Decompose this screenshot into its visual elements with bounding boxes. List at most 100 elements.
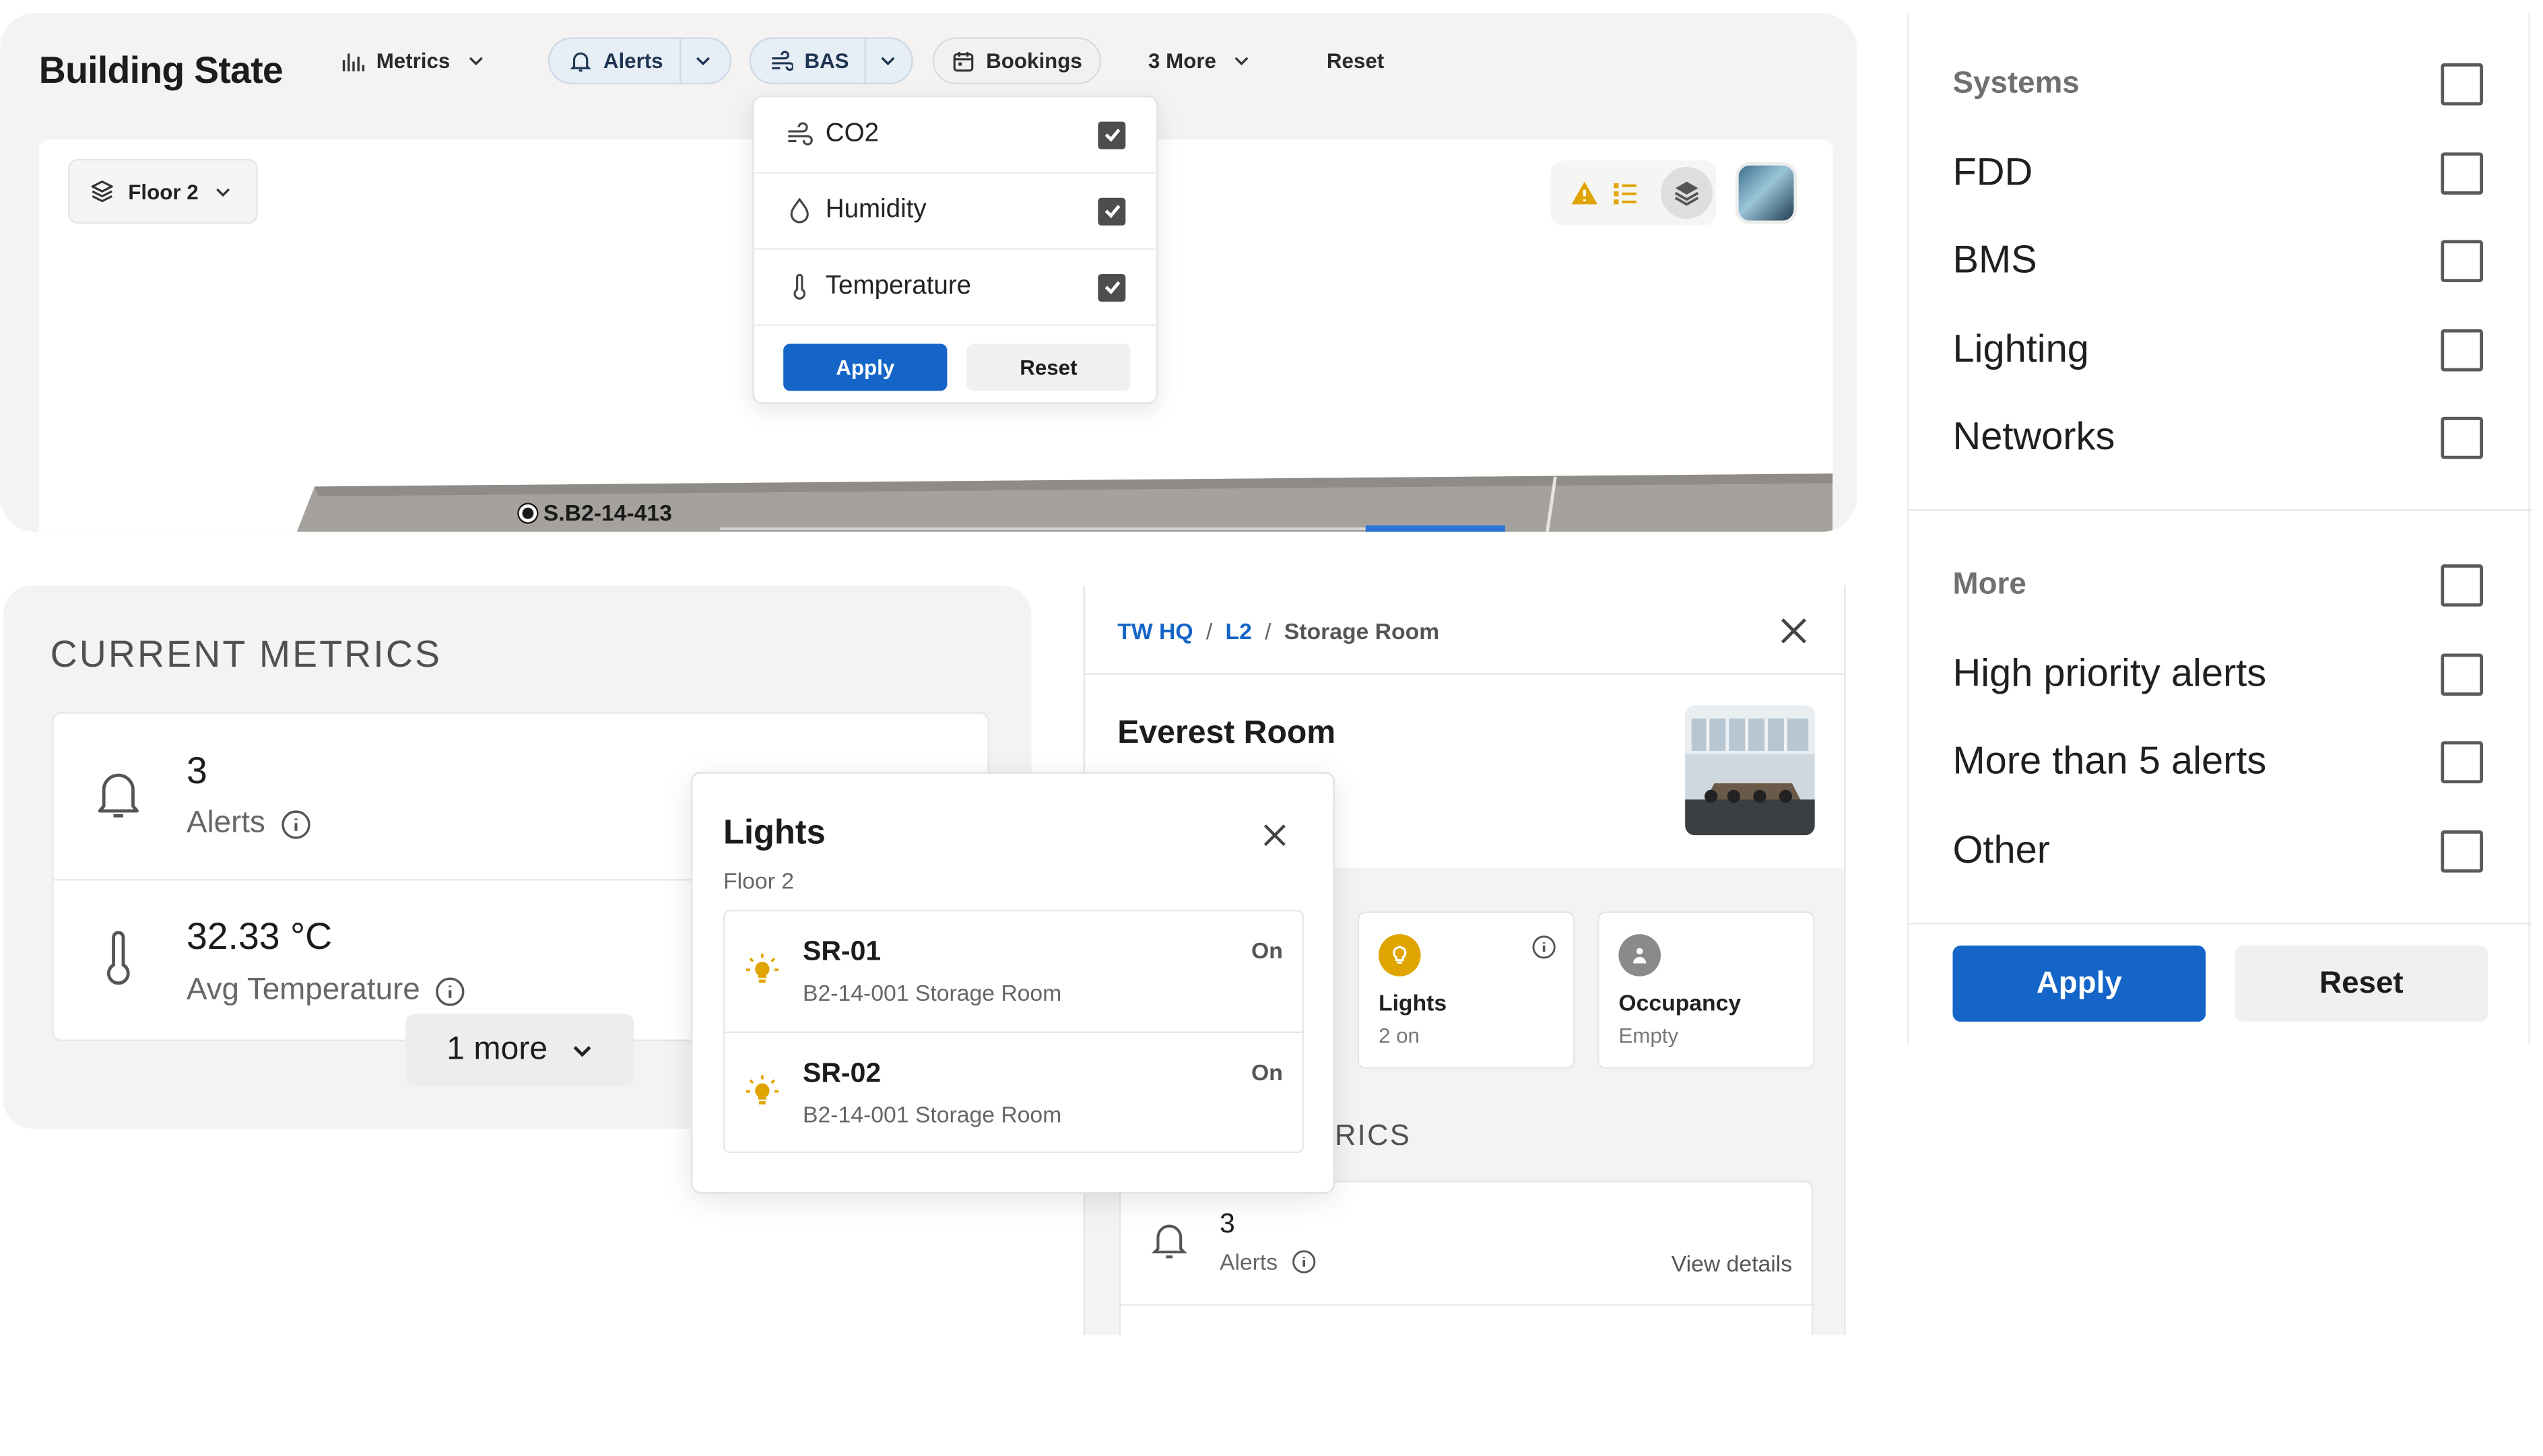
layers-toggle[interactable]	[1660, 167, 1713, 220]
alerts-label-text: Alerts	[186, 805, 265, 840]
filter-option-label: Lighting	[1952, 327, 2089, 372]
checkbox[interactable]	[2441, 564, 2483, 607]
reset-filters-button[interactable]: Reset	[1327, 37, 1384, 84]
filter-option-label: Other	[1952, 828, 2051, 873]
room-marker-dot	[519, 503, 537, 522]
lights-popup: Lights Floor 2 SR-01 B2-14-001 Storage R…	[690, 772, 1335, 1194]
info-icon[interactable]	[1290, 1249, 1317, 1275]
filter-apply-button[interactable]: Apply	[1952, 945, 2206, 1022]
more-filters-label: 3 More	[1148, 48, 1216, 73]
close-icon[interactable]	[1260, 821, 1289, 850]
info-icon[interactable]	[280, 808, 311, 839]
filter-option-lighting[interactable]: Lighting	[1952, 318, 2488, 383]
bas-dropdown-menu: CO2 Humidity Temperature Apply Reset	[752, 96, 1160, 404]
light-status: On	[1251, 937, 1283, 964]
filter-option-more-than-5[interactable]: More than 5 alerts	[1952, 730, 2488, 795]
light-status: On	[1251, 1059, 1283, 1086]
chevron-down-icon[interactable]	[694, 52, 711, 69]
checkbox-checked[interactable]	[1098, 273, 1126, 301]
checkbox-checked[interactable]	[1098, 121, 1126, 149]
show-more-metrics-button[interactable]: 1 more	[405, 1014, 634, 1087]
divider	[1085, 673, 1845, 675]
list-item[interactable]: SR-01 B2-14-001 Storage Room On	[725, 911, 1302, 1034]
breadcrumb-site[interactable]: TW HQ	[1117, 618, 1193, 644]
filter-heading-systems[interactable]: Systems	[1952, 52, 2488, 117]
filter-heading-more[interactable]: More	[1952, 553, 2488, 618]
bookings-filter-pill[interactable]: Bookings	[932, 37, 1102, 85]
light-name: SR-02	[803, 1057, 882, 1088]
info-icon[interactable]	[1531, 934, 1557, 960]
thermometer-icon	[106, 931, 130, 985]
checkbox-checked[interactable]	[1098, 197, 1126, 225]
room-alerts-label: Alerts	[1220, 1249, 1317, 1275]
bas-filter-pill[interactable]: BAS	[749, 37, 913, 85]
checkbox[interactable]	[2441, 240, 2483, 283]
list-item[interactable]: SR-02 B2-14-001 Storage Room On	[725, 1033, 1302, 1155]
more-filters-dropdown[interactable]: 3 More	[1148, 37, 1250, 84]
alerts-count: 3	[186, 749, 207, 792]
checkbox[interactable]	[2441, 830, 2483, 873]
breadcrumb-room: Storage Room	[1284, 618, 1440, 644]
light-name: SR-01	[803, 935, 882, 967]
tile-name: Lights	[1378, 989, 1447, 1016]
tile-status: 2 on	[1378, 1023, 1420, 1048]
warning-icon[interactable]	[1570, 180, 1599, 206]
filter-option-networks[interactable]: Networks	[1952, 405, 2488, 470]
occupancy-status-tile[interactable]: Occupancy Empty	[1597, 911, 1815, 1069]
alerts-label: Alerts	[603, 48, 663, 73]
bas-option-temperature[interactable]: Temperature	[754, 250, 1160, 327]
wind-icon	[770, 49, 793, 72]
satellite-view-thumbnail[interactable]	[1735, 162, 1797, 224]
avg-temperature-label: Avg Temperature	[187, 973, 465, 1009]
checkbox[interactable]	[2441, 63, 2483, 106]
filter-heading-label: Systems	[1952, 66, 2080, 101]
breadcrumb: TW HQ / L2 / Storage Room	[1117, 618, 1440, 644]
calendar-icon	[952, 49, 975, 72]
bookings-label: Bookings	[986, 48, 1082, 73]
bas-option-co2[interactable]: CO2	[754, 97, 1160, 174]
layers-icon	[91, 180, 113, 203]
chevron-down-icon	[1234, 57, 1249, 66]
metrics-label: Metrics	[376, 48, 451, 73]
metrics-dropdown[interactable]: Metrics	[342, 37, 484, 84]
bas-option-label: Temperature	[825, 272, 972, 300]
filter-option-label: Networks	[1952, 415, 2115, 459]
section-title: CURRENT METRICS	[50, 632, 442, 675]
filter-option-fdd[interactable]: FDD	[1952, 141, 2488, 206]
bas-label: BAS	[804, 48, 849, 73]
floor-selector[interactable]: Floor 2	[68, 159, 258, 224]
info-icon[interactable]	[434, 976, 465, 1007]
checkbox[interactable]	[2441, 416, 2483, 459]
close-icon[interactable]	[1777, 615, 1810, 647]
alerts-filter-pill[interactable]: Alerts	[548, 37, 732, 85]
chevron-down-icon	[572, 1045, 591, 1057]
bas-apply-button[interactable]: Apply	[783, 343, 948, 391]
bas-option-humidity[interactable]: Humidity	[754, 174, 1160, 250]
filter-option-other[interactable]: Other	[1952, 819, 2488, 884]
chevron-down-icon[interactable]	[880, 52, 897, 69]
filter-option-high-priority[interactable]: High priority alerts	[1952, 642, 2488, 707]
temperature-label-text: Avg Temperature	[186, 972, 420, 1007]
list-icon[interactable]	[1612, 180, 1639, 206]
composite-screenshot: Building State Metrics Alerts BAS Bookin…	[0, 0, 2543, 1456]
lights-status-tile[interactable]: Lights 2 on	[1357, 911, 1575, 1069]
room-marker[interactable]: S.B2-14-413	[519, 499, 672, 526]
checkbox[interactable]	[2441, 152, 2483, 195]
breadcrumb-floor[interactable]: L2	[1226, 618, 1252, 644]
checkbox[interactable]	[2441, 329, 2483, 372]
filter-option-bms[interactable]: BMS	[1952, 229, 2488, 294]
lightbulb-icon	[746, 1075, 779, 1104]
popup-title: Lights	[723, 814, 826, 852]
droplet-icon	[790, 197, 809, 224]
checkbox[interactable]	[2441, 741, 2483, 784]
filter-option-label: BMS	[1952, 238, 2037, 283]
bas-reset-button[interactable]: Reset	[966, 343, 1131, 391]
room-marker-label: S.B2-14-413	[543, 499, 672, 526]
checkbox[interactable]	[2441, 653, 2483, 696]
chevron-down-icon	[216, 187, 230, 196]
bell-icon	[569, 49, 592, 72]
filter-reset-button[interactable]: Reset	[2235, 945, 2488, 1022]
filter-heading-label: More	[1952, 567, 2026, 602]
view-details-link[interactable]: View details	[1672, 1251, 1792, 1277]
divider	[1909, 923, 2532, 925]
